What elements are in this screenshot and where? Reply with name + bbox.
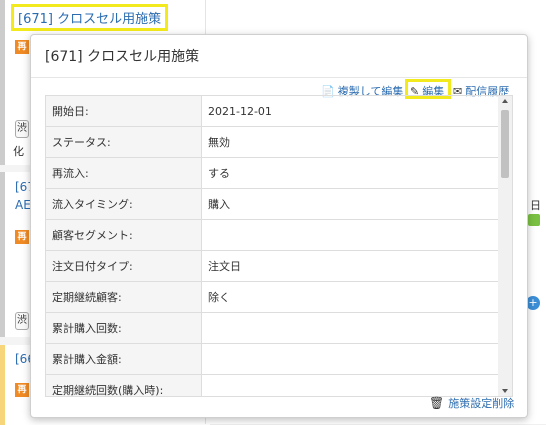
scroll-thumb[interactable] xyxy=(501,110,509,178)
detail-label: 累計購入金額: xyxy=(46,343,202,375)
detail-label: 再流入: xyxy=(46,157,202,189)
detail-value: 注文日 xyxy=(201,250,498,282)
detail-row: ステータス: 無効 xyxy=(46,126,498,158)
detail-value xyxy=(201,343,498,375)
trash-icon: 🗑 xyxy=(429,396,445,410)
popup-title: [671] クロスセル用施策 xyxy=(45,49,200,65)
detail-row: 定期継続顧客: 除く xyxy=(46,281,498,313)
scroll-down-arrow[interactable] xyxy=(502,389,508,393)
small-action-button-2[interactable]: 渋 xyxy=(15,312,29,330)
right-date-text: 日 xyxy=(530,199,541,212)
recurring-badge: 再 xyxy=(15,40,29,54)
detail-row: 顧客セグメント: xyxy=(46,219,498,251)
campaign-detail-popup: [671] クロスセル用施策 📄 複製して編集 ✎ 編集 ✉ 配信履歴 開始日: 202… xyxy=(30,34,528,418)
popup-divider xyxy=(31,77,527,78)
detail-row: 開始日: 2021-12-01 xyxy=(46,96,498,127)
add-icon[interactable]: + xyxy=(526,296,540,310)
detail-label: 開始日: xyxy=(46,96,202,127)
detail-value xyxy=(201,374,498,396)
recurring-badge-2: 再 xyxy=(15,230,29,244)
campaign-link-67x-line2[interactable]: AE xyxy=(15,198,31,212)
detail-value: 除く xyxy=(201,281,498,313)
detail-label: 流入タイミング: xyxy=(46,188,202,220)
detail-value xyxy=(201,312,498,344)
delete-campaign-link[interactable]: 🗑 施策設定削除 xyxy=(429,395,514,411)
detail-value: 無効 xyxy=(201,126,498,158)
detail-value xyxy=(201,219,498,251)
detail-value: 2021-12-01 xyxy=(201,96,498,127)
detail-label: 注文日付タイプ: xyxy=(46,250,202,282)
detail-row: 流入タイミング: 購入 xyxy=(46,188,498,220)
side-text: 化 xyxy=(13,145,24,158)
detail-row: 累計購入回数: xyxy=(46,312,498,344)
detail-value: 購入 xyxy=(201,188,498,220)
detail-table-container[interactable]: 開始日: 2021-12-01 ステータス: 無効 再流入: する 流入タイミング: 購入 顧客… xyxy=(45,95,513,397)
detail-label: 定期継続顧客: xyxy=(46,281,202,313)
detail-table: 開始日: 2021-12-01 ステータス: 無効 再流入: する 流入タイミング: 購入 顧客… xyxy=(46,96,498,396)
detail-value: する xyxy=(201,157,498,189)
recurring-badge-3: 再 xyxy=(15,383,29,397)
small-action-button[interactable]: 渋 xyxy=(15,120,29,138)
detail-label: 定期継続回数(購入時): xyxy=(46,374,202,396)
detail-row: 再流入: する xyxy=(46,157,498,189)
detail-row: 注文日付タイプ: 注文日 xyxy=(46,250,498,282)
scrollbar[interactable] xyxy=(498,96,512,396)
detail-label: 累計購入回数: xyxy=(46,312,202,344)
campaign-link-671[interactable]: [671] クロスセル用施策 xyxy=(11,4,169,31)
detail-row: 累計購入金額: xyxy=(46,343,498,375)
status-green-icon xyxy=(528,214,540,226)
delete-label: 施策設定削除 xyxy=(448,397,515,410)
detail-row: 定期継続回数(購入時): xyxy=(46,374,498,396)
scroll-up-arrow[interactable] xyxy=(502,99,508,103)
detail-label: ステータス: xyxy=(46,126,202,158)
detail-label: 顧客セグメント: xyxy=(46,219,202,251)
